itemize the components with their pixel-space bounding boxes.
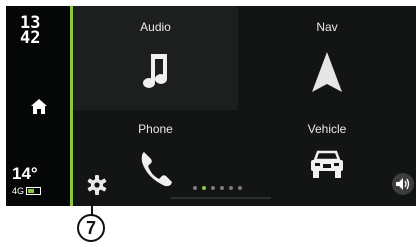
music-note-icon <box>142 54 167 88</box>
navigation-arrow-icon <box>312 52 342 92</box>
home-icon[interactable] <box>30 98 48 116</box>
volume-button[interactable] <box>392 173 414 195</box>
tile-audio-label: Audio <box>140 20 171 34</box>
network-label: 4G <box>12 186 25 196</box>
page-dot <box>211 186 215 190</box>
temperature: 14° <box>12 164 38 183</box>
tile-vehicle-label: Vehicle <box>307 122 347 136</box>
page-dot <box>193 186 197 190</box>
tile-audio[interactable]: Audio <box>73 6 238 110</box>
callout-number: 7 <box>77 214 105 242</box>
network-status: 4G <box>12 186 42 196</box>
phone-icon <box>141 152 172 187</box>
tile-phone-label: Phone <box>138 122 173 136</box>
page-dot <box>220 186 224 190</box>
battery-icon <box>26 187 42 195</box>
tile-vehicle[interactable]: Vehicle <box>238 110 416 206</box>
tile-nav[interactable]: Nav <box>238 6 416 110</box>
callout-pointer <box>91 194 93 216</box>
infotainment-screen: 13 42 14° 4G Audio Nav Phone Vehicle <box>6 6 416 206</box>
status-sidebar: 13 42 14° 4G <box>6 6 70 206</box>
page-dot <box>202 186 206 190</box>
tile-nav-label: Nav <box>316 20 338 34</box>
clock-minutes: 42 <box>20 28 41 48</box>
scroll-indicator <box>171 197 271 199</box>
clock: 13 42 <box>20 15 41 48</box>
speaker-icon <box>396 178 410 190</box>
page-indicator <box>193 186 242 190</box>
car-icon <box>311 150 343 178</box>
page-dot <box>229 186 233 190</box>
settings-gear-icon[interactable] <box>86 174 108 196</box>
page-dot <box>238 186 242 190</box>
